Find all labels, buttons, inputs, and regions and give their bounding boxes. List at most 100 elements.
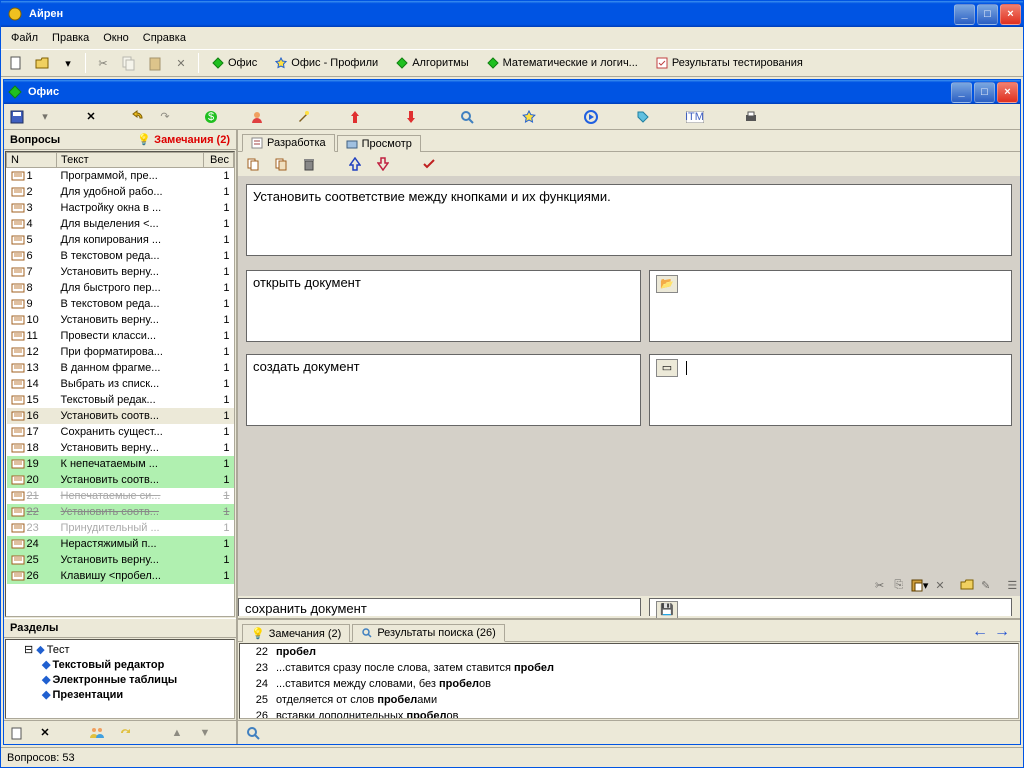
at-prop-icon[interactable]: ☰ xyxy=(1005,576,1020,594)
user-icon[interactable] xyxy=(248,108,266,126)
print-icon[interactable] xyxy=(742,108,760,126)
tab-notes[interactable]: 💡 Замечания (2) xyxy=(242,624,350,642)
wand-icon[interactable] xyxy=(294,108,312,126)
minimize-button[interactable]: _ xyxy=(954,4,975,25)
prev-result-icon[interactable]: ← xyxy=(972,623,988,641)
list-item[interactable]: 23...ставится сразу после слова, затем с… xyxy=(240,660,1018,676)
redo-icon[interactable]: ↷ xyxy=(156,108,174,126)
zoom-icon[interactable] xyxy=(458,108,476,126)
doc-results[interactable]: Результаты тестирования xyxy=(649,54,810,72)
doc-algorithms[interactable]: Алгоритмы xyxy=(389,54,475,72)
doc-math[interactable]: Математические и логич... xyxy=(480,54,645,72)
menu-edit[interactable]: Правка xyxy=(46,30,95,46)
arrow-down-icon[interactable] xyxy=(402,108,420,126)
table-row[interactable]: 5Для копирования ...1 xyxy=(7,232,234,248)
tab-view[interactable]: Просмотр xyxy=(337,135,421,152)
at-paste-icon[interactable]: ▾ xyxy=(910,576,928,594)
table-row[interactable]: 7Установить верну...1 xyxy=(7,264,234,280)
at-copy-icon[interactable]: ⎘ xyxy=(891,576,906,594)
table-row[interactable]: 19К непечатаемым ...1 xyxy=(7,456,234,472)
table-row[interactable]: 9В текстовом реда...1 xyxy=(7,296,234,312)
tree-item-1[interactable]: ◆Электронные таблицы xyxy=(8,672,232,687)
dropdown-icon[interactable]: ▾ xyxy=(57,52,79,74)
doc-office-profiles[interactable]: Офис - Профили xyxy=(268,54,385,72)
table-row[interactable]: 15Текстовый редак...1 xyxy=(7,392,234,408)
et-copy2-icon[interactable] xyxy=(272,155,290,173)
at-x-icon[interactable]: ✕ xyxy=(932,576,947,594)
table-row[interactable]: 25Установить верну...1 xyxy=(7,552,234,568)
et-copy-icon[interactable] xyxy=(244,155,262,173)
col-text[interactable]: Текст xyxy=(57,153,204,168)
arrow-up-icon[interactable] xyxy=(346,108,364,126)
table-row[interactable]: 23Принудительный ...1 xyxy=(7,520,234,536)
list-item[interactable]: 24...ставится между словами, без пробело… xyxy=(240,676,1018,692)
et-up-icon[interactable] xyxy=(346,155,364,173)
bt-search-icon[interactable] xyxy=(244,724,262,742)
tree-item-2[interactable]: ◆Презентации xyxy=(8,687,232,702)
new-section-icon[interactable] xyxy=(8,724,26,742)
cut-icon[interactable]: ✂ xyxy=(92,52,114,74)
del-section-icon[interactable]: ✕ xyxy=(36,724,54,742)
table-row[interactable]: 14Выбрать из списк...1 xyxy=(7,376,234,392)
menu-file[interactable]: Файл xyxy=(5,30,44,46)
maximize-button[interactable]: □ xyxy=(977,4,998,25)
doc-office[interactable]: Офис xyxy=(205,54,264,72)
table-row[interactable]: 17Сохранить сущест...1 xyxy=(7,424,234,440)
down-icon[interactable]: ▼ xyxy=(196,724,214,742)
table-row[interactable]: 24Нерастяжимый п...1 xyxy=(7,536,234,552)
up-icon[interactable]: ▲ xyxy=(168,724,186,742)
table-row[interactable]: 2Для удобной рабо...1 xyxy=(7,184,234,200)
undo-icon[interactable] xyxy=(128,108,146,126)
copy-icon[interactable] xyxy=(118,52,140,74)
table-row[interactable]: 16Установить соотв...1 xyxy=(7,408,234,424)
people-icon[interactable] xyxy=(88,724,106,742)
inner-minimize-button[interactable]: _ xyxy=(951,82,972,103)
table-row[interactable]: 8Для быстрого пер...1 xyxy=(7,280,234,296)
inner-maximize-button[interactable]: □ xyxy=(974,82,995,103)
list-item[interactable]: 25отделяется от слов пробелами xyxy=(240,692,1018,708)
close-button[interactable]: × xyxy=(1000,4,1021,25)
inner-close-button[interactable]: × xyxy=(997,82,1018,103)
at-open-icon[interactable] xyxy=(959,576,974,594)
pair-right[interactable]: 📂 xyxy=(649,270,1012,342)
table-row[interactable]: 12При форматирова...1 xyxy=(7,344,234,360)
list-item[interactable]: 22пробел xyxy=(240,644,1018,660)
pair-left[interactable]: создать документ xyxy=(246,354,641,426)
col-n[interactable]: N xyxy=(7,153,57,168)
table-row[interactable]: 21Непечатаемые си...1 xyxy=(7,488,234,504)
et-down-icon[interactable] xyxy=(374,155,392,173)
question-text-box[interactable]: Установить соответствие между кнопками и… xyxy=(246,184,1012,256)
pair-right[interactable]: ▭ xyxy=(649,354,1012,426)
table-row[interactable]: 10Установить верну...1 xyxy=(7,312,234,328)
questions-table[interactable]: N Текст Вес 1Программой, пре...12Для удо… xyxy=(5,151,235,617)
col-weight[interactable]: Вес xyxy=(204,153,234,168)
pair-left[interactable]: открыть документ xyxy=(246,270,641,342)
et-check-icon[interactable] xyxy=(420,155,438,173)
paste-icon[interactable] xyxy=(144,52,166,74)
sections-tree[interactable]: ⊟ ◆Тест ◆Текстовый редактор ◆Электронные… xyxy=(5,639,235,719)
star-icon[interactable] xyxy=(520,108,538,126)
menu-help[interactable]: Справка xyxy=(137,30,192,46)
table-row[interactable]: 4Для выделения <...1 xyxy=(7,216,234,232)
x-icon[interactable]: ✕ xyxy=(82,108,100,126)
notes-indicator[interactable]: 💡 Замечания (2) xyxy=(137,133,230,146)
search-results-list[interactable]: 22пробел23...ставится сразу после слова,… xyxy=(239,643,1019,719)
tree-root[interactable]: ⊟ ◆Тест xyxy=(8,642,232,657)
list-item[interactable]: 26вставки дополнительных пробелов xyxy=(240,708,1018,719)
refresh-icon[interactable] xyxy=(116,724,134,742)
et-trash-icon[interactable] xyxy=(300,155,318,173)
at-cut-icon[interactable]: ✂ xyxy=(872,576,887,594)
tab-dev[interactable]: Разработка xyxy=(242,134,335,152)
table-row[interactable]: 11Провести класси...1 xyxy=(7,328,234,344)
html-icon[interactable]: HTML xyxy=(686,108,704,126)
saveall-icon[interactable]: ▾ xyxy=(36,108,54,126)
tag-icon[interactable] xyxy=(634,108,652,126)
tree-item-0[interactable]: ◆Текстовый редактор xyxy=(8,657,232,672)
table-row[interactable]: 22Установить соотв...1 xyxy=(7,504,234,520)
menu-window[interactable]: Окно xyxy=(97,30,135,46)
table-row[interactable]: 13В данном фрагме...1 xyxy=(7,360,234,376)
table-row[interactable]: 1Программой, пре...1 xyxy=(7,168,234,184)
tab-search-results[interactable]: Результаты поиска (26) xyxy=(352,624,505,642)
table-row[interactable]: 6В текстовом реда...1 xyxy=(7,248,234,264)
at-edit-icon[interactable]: ✎ xyxy=(978,576,993,594)
